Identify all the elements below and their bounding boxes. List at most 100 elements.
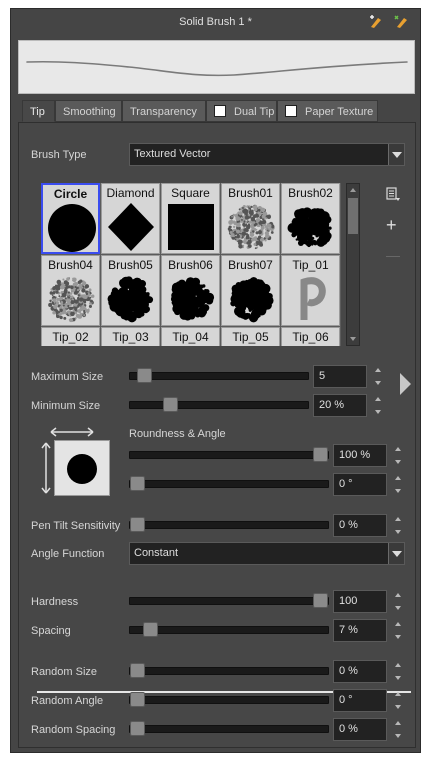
max-size-field[interactable]: 5	[313, 365, 367, 388]
brush-tip-tip_02[interactable]: Tip_02	[41, 327, 100, 346]
create-preset-icon[interactable]	[369, 15, 385, 29]
spacing-field[interactable]: 7 %	[333, 619, 387, 642]
random-spacing-slider[interactable]	[129, 721, 329, 736]
tip-tab-content: Brush Type Textured Vector Circle Diamond…	[18, 122, 416, 748]
pen-tilt-field[interactable]: 0 %	[333, 514, 387, 537]
roundness-field[interactable]: 100 %	[333, 444, 387, 467]
spacing-spinner[interactable]	[393, 619, 403, 642]
dual-tip-checkbox[interactable]	[214, 105, 226, 117]
pen-tilt-label: Pen Tilt Sensitivity	[31, 520, 121, 532]
preset-settings-icon[interactable]	[394, 15, 410, 29]
roundness-slider[interactable]	[129, 447, 329, 462]
angle-function-label: Angle Function	[31, 548, 105, 560]
random-size-field[interactable]: 0 %	[333, 660, 387, 683]
pen-tilt-slider[interactable]	[129, 517, 329, 532]
random-spacing-field[interactable]: 0 %	[333, 718, 387, 741]
slider-thumb[interactable]	[313, 447, 328, 462]
brush-tip-shape	[48, 204, 96, 252]
min-size-slider[interactable]	[129, 397, 309, 412]
hardness-slider[interactable]	[129, 593, 329, 608]
min-size-spinner[interactable]	[373, 394, 383, 417]
paper-texture-checkbox[interactable]	[285, 105, 297, 117]
brush-tip-name: Brush05	[108, 258, 153, 272]
brush-tip-brush05[interactable]: Brush05	[101, 255, 160, 326]
brush-tip-square[interactable]: Square	[161, 183, 220, 254]
tab-paper-texture[interactable]: Paper Texture	[277, 100, 378, 122]
slider-thumb[interactable]	[130, 721, 145, 736]
max-size-spinner[interactable]	[373, 365, 383, 388]
brush-tip-shape	[168, 204, 214, 250]
spacing-slider[interactable]	[129, 622, 329, 637]
brush-tip-name: Tip_01	[292, 258, 329, 272]
menu-icon[interactable]	[385, 186, 401, 205]
angle-spinner[interactable]	[393, 473, 403, 496]
min-size-field[interactable]: 20 %	[313, 394, 367, 417]
brush-tip-brush02[interactable]: Brush02	[281, 183, 340, 254]
brush-tip-shape	[286, 344, 336, 346]
slider-thumb[interactable]	[163, 397, 178, 412]
brush-tip-brush07[interactable]: Brush07	[221, 255, 280, 326]
angle-field[interactable]: 0 °	[333, 473, 387, 496]
chevron-down-icon[interactable]	[388, 543, 404, 564]
brush-tip-tip_03[interactable]: Tip_03	[101, 327, 160, 346]
scrollbar-thumb[interactable]	[348, 198, 358, 234]
add-tip-button[interactable]: +	[386, 215, 397, 236]
max-size-slider[interactable]	[129, 368, 309, 383]
random-size-spinner[interactable]	[393, 660, 403, 683]
random-size-slider[interactable]	[129, 663, 329, 678]
random-spacing-spinner[interactable]	[393, 718, 403, 741]
slider-thumb[interactable]	[130, 663, 145, 678]
window-title: Solid Brush 1 *	[179, 16, 252, 28]
tab-transparency[interactable]: Transparency	[122, 100, 206, 122]
chevron-down-icon[interactable]	[388, 144, 404, 165]
brush-tip-brush01[interactable]: Brush01	[221, 183, 280, 254]
scroll-up-icon[interactable]	[350, 188, 356, 192]
brush-tip-tip_06[interactable]: Tip_06	[281, 327, 340, 346]
brush-tip-tip_01[interactable]: Tip_01	[281, 255, 340, 326]
slider-thumb[interactable]	[137, 368, 152, 383]
brush-tip-diamond[interactable]: Diamond	[101, 183, 160, 254]
brush-tip-circle[interactable]: Circle	[41, 183, 100, 254]
brush-type-dropdown[interactable]: Textured Vector	[129, 143, 405, 166]
tip-shape-preview	[54, 440, 110, 496]
brush-tip-shape	[287, 207, 332, 248]
brush-tip-shape	[46, 344, 96, 346]
brush-tip-shape	[227, 204, 275, 250]
brush-tip-name: Diamond	[106, 186, 155, 200]
slider-thumb[interactable]	[143, 622, 158, 637]
pen-tilt-spinner[interactable]	[393, 514, 403, 537]
tab-smoothing[interactable]: Smoothing	[55, 100, 122, 122]
brush-tip-shape	[107, 276, 154, 323]
tab-label: Dual Tip	[234, 106, 275, 118]
random-angle-field[interactable]: 0 °	[333, 689, 387, 712]
random-angle-slider[interactable]	[129, 692, 329, 707]
brush-tip-brush06[interactable]: Brush06	[161, 255, 220, 326]
brush-tip-tip_05[interactable]: Tip_05	[221, 327, 280, 346]
expand-arrow-icon[interactable]	[400, 373, 411, 395]
stroke-preview	[18, 40, 415, 94]
brush-tip-shape	[300, 277, 326, 320]
scroll-down-icon[interactable]	[350, 337, 356, 341]
slider-thumb[interactable]	[130, 476, 145, 491]
vertical-arrow-icon	[41, 442, 51, 494]
tab-tip[interactable]: Tip	[22, 100, 55, 122]
roundness-spinner[interactable]	[393, 444, 403, 467]
brush-tip-name: Square	[171, 186, 210, 200]
horizontal-arrow-icon	[50, 427, 94, 437]
brush-tip-shape	[226, 344, 276, 346]
slider-thumb[interactable]	[313, 593, 328, 608]
random-angle-spinner[interactable]	[393, 689, 403, 712]
slider-thumb[interactable]	[130, 692, 145, 707]
angle-slider[interactable]	[129, 476, 329, 491]
brush-tip-tip_04[interactable]: Tip_04	[161, 327, 220, 346]
remove-tip-button[interactable]: —	[386, 247, 400, 263]
hardness-spinner[interactable]	[393, 590, 403, 613]
tab-dual-tip[interactable]: Dual Tip	[206, 100, 277, 122]
tab-label: Smoothing	[63, 106, 116, 118]
slider-thumb[interactable]	[130, 517, 145, 532]
angle-function-dropdown[interactable]: Constant	[129, 542, 405, 565]
brush-tip-name: Tip_06	[292, 330, 329, 344]
hardness-field[interactable]: 100	[333, 590, 387, 613]
brush-tip-scrollbar[interactable]	[346, 183, 360, 346]
brush-tip-brush04[interactable]: Brush04	[41, 255, 100, 326]
